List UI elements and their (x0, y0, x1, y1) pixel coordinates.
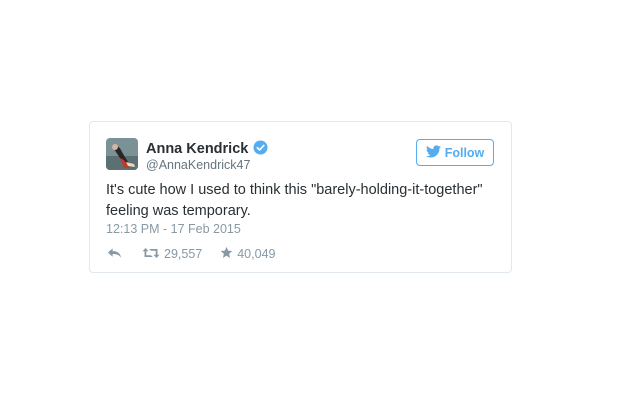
retweet-icon (142, 247, 160, 262)
twitter-bird-icon (425, 144, 441, 161)
favorite-button[interactable]: 40,049 (220, 246, 275, 262)
reply-button[interactable] (107, 247, 122, 262)
embedded-tweet-card: Anna Kendrick @AnnaKendrick47 Follow It'… (89, 121, 512, 273)
tweet-actions: 29,557 40,049 (107, 246, 275, 262)
follow-button[interactable]: Follow (416, 139, 494, 166)
tweet-timestamp[interactable]: 12:13 PM - 17 Feb 2015 (106, 222, 241, 236)
user-name[interactable]: Anna Kendrick (146, 140, 268, 159)
star-icon (220, 246, 233, 262)
tweet-text: It's cute how I used to think this "bare… (106, 182, 483, 219)
follow-button-label: Follow (444, 145, 485, 160)
retweet-button[interactable]: 29,557 (142, 247, 202, 262)
retweet-count: 29,557 (164, 247, 203, 261)
reply-icon (107, 247, 122, 262)
favorite-count: 40,049 (237, 247, 276, 261)
user-name-text: Anna Kendrick (146, 141, 249, 157)
avatar[interactable] (106, 138, 138, 170)
user-handle[interactable]: @AnnaKendrick47 (146, 158, 250, 172)
verified-badge-icon (253, 140, 268, 159)
